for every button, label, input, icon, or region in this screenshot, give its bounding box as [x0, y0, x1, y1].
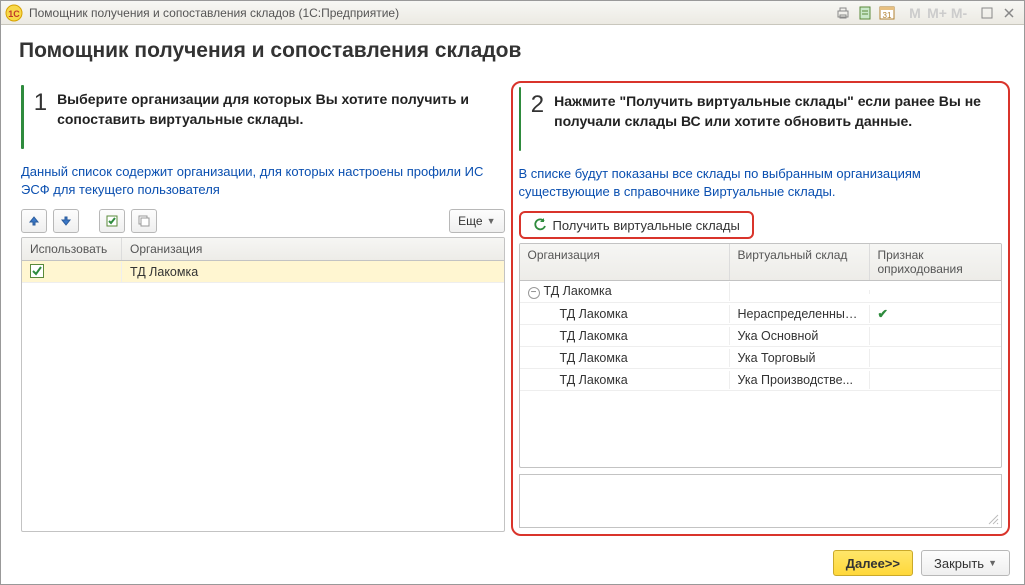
close-icon[interactable]: [998, 4, 1020, 22]
more-label: Еще: [458, 214, 482, 228]
cell-org: ТД Лакомка: [520, 349, 730, 367]
vs-table-head: Организация Виртуальный склад Признак оп…: [520, 244, 1002, 281]
cell-vs: Нераспределенные...: [730, 305, 870, 323]
page-title: Помощник получения и сопоставления склад…: [19, 39, 1006, 63]
cell-org: ТД Лакомка: [520, 327, 730, 345]
cell-vs: [730, 290, 870, 294]
calendar-icon[interactable]: 31: [876, 4, 898, 22]
app-logo-icon: 1C: [5, 4, 23, 22]
cell-vs: Ука Основной: [730, 327, 870, 345]
col-org[interactable]: Организация: [122, 238, 504, 260]
memory-mplus-button[interactable]: M+: [926, 4, 948, 22]
cell-flag: ✔: [870, 304, 1002, 323]
cell-org: ТД Лакомка: [520, 305, 730, 323]
details-pane: [519, 474, 1003, 528]
cell-flag: [870, 334, 1002, 338]
cell-vs: Ука Торговый: [730, 349, 870, 367]
chevron-down-icon: ▼: [988, 558, 997, 568]
check-all-button[interactable]: [99, 209, 125, 233]
svg-text:1C: 1C: [8, 9, 20, 19]
titlebar: 1C Помощник получения и сопоставления ск…: [1, 1, 1024, 25]
footer: Далее>> Закрыть ▼: [1, 544, 1024, 584]
move-up-button[interactable]: [21, 209, 47, 233]
table-row[interactable]: ТД ЛакомкаНераспределенные... ✔: [520, 303, 1002, 325]
step-text: Нажмите "Получить виртуальные склады" ес…: [554, 87, 1002, 132]
right-hint: В списке будут показаны все склады по вы…: [519, 165, 1003, 201]
right-panel: 2 Нажмите "Получить виртуальные склады" …: [511, 81, 1011, 536]
next-button[interactable]: Далее>>: [833, 550, 913, 576]
table-row[interactable]: ТД Лакомка: [22, 261, 504, 283]
window-title: Помощник получения и сопоставления склад…: [29, 6, 832, 20]
cell-vs: Ука Производстве...: [730, 371, 870, 389]
resize-grip-icon[interactable]: [987, 513, 999, 525]
close-button[interactable]: Закрыть ▼: [921, 550, 1010, 576]
step-bar-icon: [519, 87, 521, 151]
step-number: 2: [531, 87, 544, 117]
check-icon: ✔: [878, 307, 888, 321]
move-down-button[interactable]: [53, 209, 79, 233]
more-button[interactable]: Еще ▼: [449, 209, 504, 233]
col-vs[interactable]: Виртуальный склад: [730, 244, 870, 280]
step-1: 1 Выберите организации для которых Вы хо…: [21, 85, 505, 149]
col-flag[interactable]: Признак оприходования: [870, 244, 1002, 280]
print-icon[interactable]: [832, 4, 854, 22]
cell-flag: [870, 290, 1002, 294]
memory-mminus-button[interactable]: M-: [948, 4, 970, 22]
cell-org: −ТД Лакомка: [520, 282, 730, 301]
col-use[interactable]: Использовать: [22, 238, 122, 260]
left-hint: Данный список содержит организации, для …: [21, 163, 505, 199]
step-number: 1: [34, 85, 47, 115]
left-toolbar: Еще ▼: [21, 209, 505, 233]
step-2: 2 Нажмите "Получить виртуальные склады" …: [519, 87, 1003, 151]
checkbox-icon[interactable]: [30, 264, 44, 278]
svg-text:31: 31: [883, 11, 892, 20]
uncheck-all-button[interactable]: [131, 209, 157, 233]
org-table: Использовать Организация ТД Лакомка: [21, 237, 505, 532]
calc-icon[interactable]: [854, 4, 876, 22]
step-text: Выберите организации для которых Вы хоти…: [57, 85, 504, 130]
vs-table: Организация Виртуальный склад Признак оп…: [519, 243, 1003, 468]
columns: 1 Выберите организации для которых Вы хо…: [15, 81, 1010, 536]
table-row[interactable]: −ТД Лакомка: [520, 281, 1002, 303]
right-toolbar: Получить виртуальные склады: [519, 211, 1003, 239]
cell-flag: [870, 378, 1002, 382]
table-row[interactable]: ТД ЛакомкаУка Основной: [520, 325, 1002, 347]
table-row[interactable]: ТД ЛакомкаУка Производстве...: [520, 369, 1002, 391]
step-bar-icon: [21, 85, 24, 149]
next-label: Далее>>: [846, 556, 900, 571]
collapse-icon[interactable]: −: [528, 287, 540, 299]
get-warehouses-label: Получить виртуальные склады: [553, 218, 740, 233]
cell-org: ТД Лакомка: [122, 263, 504, 281]
maximize-icon[interactable]: [976, 4, 998, 22]
cell-org: ТД Лакомка: [520, 371, 730, 389]
org-table-head: Использовать Организация: [22, 238, 504, 261]
left-panel: 1 Выберите организации для которых Вы хо…: [15, 81, 511, 536]
col-org2[interactable]: Организация: [520, 244, 730, 280]
vs-table-body: −ТД ЛакомкаТД ЛакомкаНераспределенные...…: [520, 281, 1002, 467]
refresh-icon: [533, 218, 547, 232]
cell-flag: [870, 356, 1002, 360]
cell-use[interactable]: [22, 262, 122, 282]
app-window: 1C Помощник получения и сопоставления ск…: [0, 0, 1025, 585]
org-table-body: ТД Лакомка: [22, 261, 504, 531]
close-label: Закрыть: [934, 556, 984, 571]
table-row[interactable]: ТД ЛакомкаУка Торговый: [520, 347, 1002, 369]
body: Помощник получения и сопоставления склад…: [1, 25, 1024, 544]
chevron-down-icon: ▼: [487, 216, 496, 226]
get-warehouses-button[interactable]: Получить виртуальные склады: [519, 211, 754, 239]
memory-m-button[interactable]: M: [904, 4, 926, 22]
